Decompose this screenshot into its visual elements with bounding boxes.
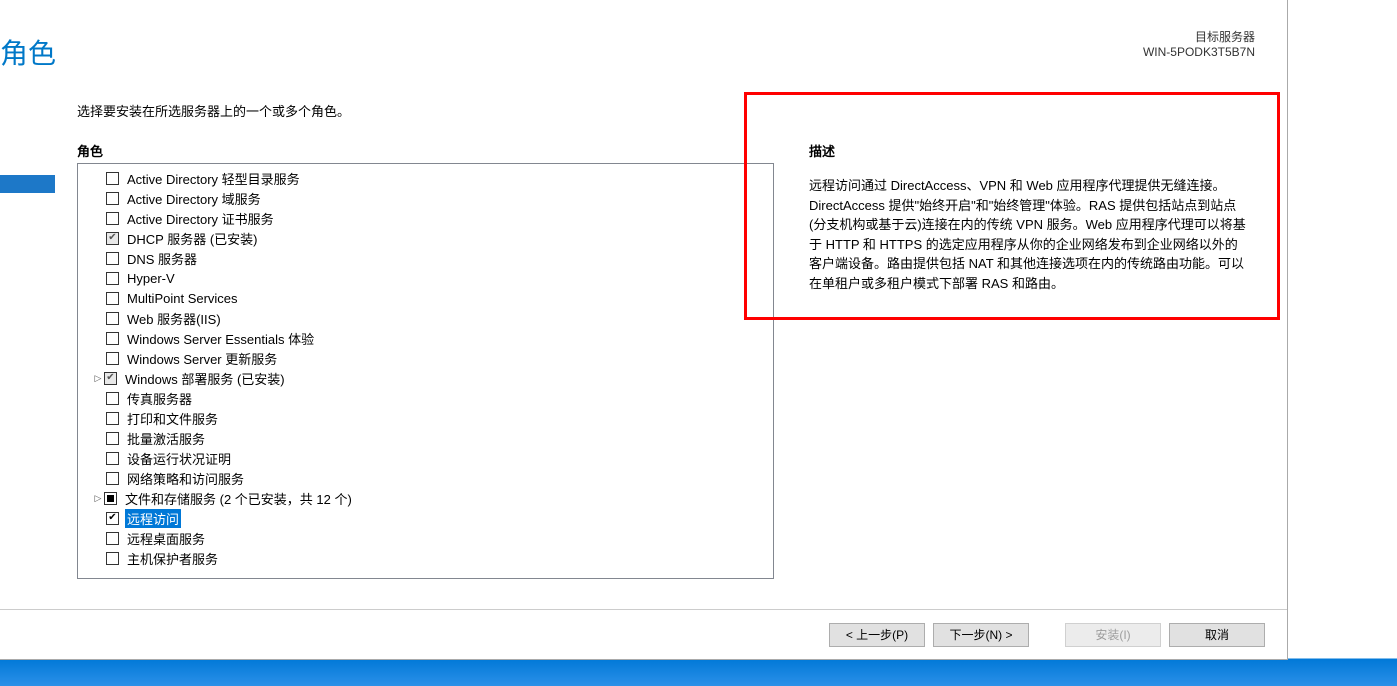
target-server-name: WIN-5PODK3T5B7N xyxy=(1143,45,1255,59)
role-checkbox[interactable] xyxy=(106,332,119,345)
target-server-label: 目标服务器 xyxy=(1143,28,1255,45)
role-label: 远程桌面服务 xyxy=(125,529,207,548)
role-item[interactable]: 主机保护者服务 xyxy=(78,548,773,568)
next-button[interactable]: 下一步(N) > xyxy=(933,623,1029,647)
role-checkbox[interactable] xyxy=(106,472,119,485)
button-bar: < 上一步(P) 下一步(N) > 安装(I) 取消 xyxy=(0,609,1287,659)
roles-label: 角色 xyxy=(77,141,103,160)
role-label: Hyper-V xyxy=(125,271,177,286)
expand-triangle-icon[interactable]: ▷ xyxy=(92,373,104,384)
role-checkbox[interactable] xyxy=(106,232,119,245)
role-checkbox[interactable] xyxy=(106,552,119,565)
role-label: 打印和文件服务 xyxy=(125,409,220,428)
role-item[interactable]: 远程桌面服务 xyxy=(78,528,773,548)
role-item[interactable]: 网络策略和访问服务 xyxy=(78,468,773,488)
role-checkbox[interactable] xyxy=(106,252,119,265)
role-item[interactable]: 批量激活服务 xyxy=(78,428,773,448)
role-item[interactable]: 打印和文件服务 xyxy=(78,408,773,428)
role-item[interactable]: DHCP 服务器 (已安装) xyxy=(78,228,773,248)
nav-step-highlight xyxy=(0,175,55,193)
role-checkbox[interactable] xyxy=(106,352,119,365)
role-checkbox[interactable] xyxy=(106,432,119,445)
role-label: DNS 服务器 xyxy=(125,249,199,268)
description-title: 描述 xyxy=(809,141,1249,160)
role-label: 设备运行状况证明 xyxy=(125,449,233,468)
role-checkbox[interactable] xyxy=(106,512,119,525)
description-panel: 描述 远程访问通过 DirectAccess、VPN 和 Web 应用程序代理提… xyxy=(744,92,1280,320)
role-checkbox[interactable] xyxy=(104,492,117,505)
role-item[interactable]: 远程访问 xyxy=(78,508,773,528)
role-label: Web 服务器(IIS) xyxy=(125,309,223,328)
previous-button[interactable]: < 上一步(P) xyxy=(829,623,925,647)
role-label: 网络策略和访问服务 xyxy=(125,469,246,488)
role-label: Active Directory 轻型目录服务 xyxy=(125,169,302,188)
role-label: Windows Server Essentials 体验 xyxy=(125,329,316,348)
role-checkbox[interactable] xyxy=(106,292,119,305)
role-label: 远程访问 xyxy=(125,509,181,528)
role-item[interactable]: Active Directory 域服务 xyxy=(78,188,773,208)
wizard-window: 角色 目标服务器 WIN-5PODK3T5B7N 选择要安装在所选服务器上的一个… xyxy=(0,0,1288,660)
role-checkbox[interactable] xyxy=(104,372,117,385)
role-label: Windows Server 更新服务 xyxy=(125,349,279,368)
role-checkbox[interactable] xyxy=(106,532,119,545)
role-item[interactable]: Web 服务器(IIS) xyxy=(78,308,773,328)
role-item[interactable]: 设备运行状况证明 xyxy=(78,448,773,468)
roles-listbox[interactable]: Active Directory 轻型目录服务Active Directory … xyxy=(77,163,774,579)
role-checkbox[interactable] xyxy=(106,392,119,405)
role-checkbox[interactable] xyxy=(106,452,119,465)
role-label: DHCP 服务器 (已安装) xyxy=(125,229,259,248)
role-label: MultiPoint Services xyxy=(125,291,240,306)
role-checkbox[interactable] xyxy=(106,312,119,325)
expand-triangle-icon[interactable]: ▷ xyxy=(92,493,104,504)
role-item[interactable]: DNS 服务器 xyxy=(78,248,773,268)
install-button[interactable]: 安装(I) xyxy=(1065,623,1161,647)
role-label: 传真服务器 xyxy=(125,389,194,408)
role-item[interactable]: Windows Server 更新服务 xyxy=(78,348,773,368)
role-checkbox[interactable] xyxy=(106,172,119,185)
page-title: 角色 xyxy=(0,32,56,72)
role-item[interactable]: ▷ Windows 部署服务 (已安装) xyxy=(78,368,773,388)
role-item[interactable]: ▷ 文件和存储服务 (2 个已安装，共 12 个) xyxy=(78,488,773,508)
role-item[interactable]: Hyper-V xyxy=(78,268,773,288)
role-label: 主机保护者服务 xyxy=(125,549,220,568)
role-label: 文件和存储服务 (2 个已安装，共 12 个) xyxy=(123,489,354,508)
role-item[interactable]: Windows Server Essentials 体验 xyxy=(78,328,773,348)
cancel-button[interactable]: 取消 xyxy=(1169,623,1265,647)
role-item[interactable]: MultiPoint Services xyxy=(78,288,773,308)
instruction-text: 选择要安装在所选服务器上的一个或多个角色。 xyxy=(77,101,350,120)
role-item[interactable]: 传真服务器 xyxy=(78,388,773,408)
role-checkbox[interactable] xyxy=(106,272,119,285)
target-server-info: 目标服务器 WIN-5PODK3T5B7N xyxy=(1143,28,1255,59)
role-label: Active Directory 域服务 xyxy=(125,189,263,208)
role-label: Windows 部署服务 (已安装) xyxy=(123,369,287,388)
role-item[interactable]: Active Directory 证书服务 xyxy=(78,208,773,228)
role-checkbox[interactable] xyxy=(106,412,119,425)
role-item[interactable]: Active Directory 轻型目录服务 xyxy=(78,168,773,188)
role-checkbox[interactable] xyxy=(106,212,119,225)
role-checkbox[interactable] xyxy=(106,192,119,205)
role-label: 批量激活服务 xyxy=(125,429,207,448)
description-text: 远程访问通过 DirectAccess、VPN 和 Web 应用程序代理提供无缝… xyxy=(809,176,1249,293)
role-label: Active Directory 证书服务 xyxy=(125,209,276,228)
